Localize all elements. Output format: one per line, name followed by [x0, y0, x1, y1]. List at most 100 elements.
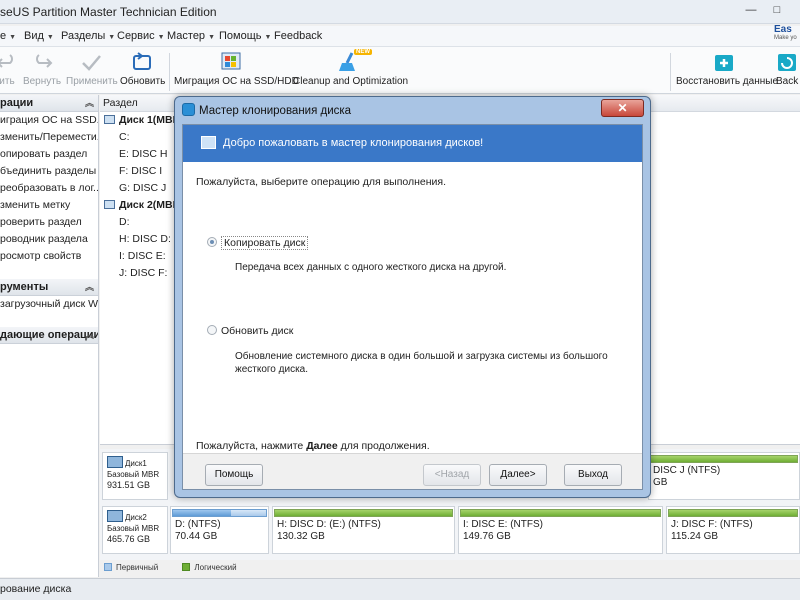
option-upgrade-disk-label: Обновить диск — [221, 325, 294, 337]
cleanup-label: Cleanup and Optimization — [293, 76, 409, 87]
menu-view[interactable]: Вид ▼ — [24, 30, 54, 42]
op-resize-move[interactable]: зменить/Перемести... — [0, 129, 98, 146]
chevron-down-icon: ▼ — [264, 34, 272, 41]
collapse-icon: ︽ — [84, 330, 94, 340]
op-change-label[interactable]: зменить метку — [0, 197, 98, 214]
undo-button[interactable]: ить — [0, 51, 18, 87]
disk-clone-icon — [201, 136, 216, 149]
brand-subtext: Make yo — [774, 35, 797, 41]
clone-disk-wizard-dialog: Мастер клонирования диска ✕ Добро пожало… — [174, 96, 651, 498]
minimize-button[interactable]: — — [740, 3, 762, 20]
menu-wizard[interactable]: Мастер ▼ — [167, 30, 215, 42]
disk2-name: Диск2 — [125, 513, 147, 522]
backup-button[interactable]: Back — [776, 51, 800, 87]
option-upgrade-disk[interactable]: Обновить диск — [207, 325, 293, 337]
redo-button[interactable]: Вернуть — [22, 51, 62, 87]
dialog-title-text: Мастер клонирования диска — [199, 105, 352, 117]
apply-label: Применить — [66, 76, 118, 87]
disk2-size: 465.76 GB — [107, 534, 151, 544]
restore-data-button[interactable]: Восстановить данные — [676, 51, 778, 87]
window-title: seUS Partition Master Technician Edition — [0, 5, 217, 19]
close-button[interactable]: ✕ — [601, 99, 644, 117]
banner-text: Добро пожаловать в мастер клонирования д… — [223, 137, 484, 149]
chevron-down-icon: ▼ — [108, 34, 116, 41]
pending-operations-header[interactable]: дающие операции ︽ — [0, 327, 98, 344]
brand-logo: Eas Make yo — [774, 24, 800, 46]
exit-button[interactable]: Выход — [564, 464, 622, 486]
restore-data-label: Восстановить данные — [676, 76, 779, 87]
disk2-partition-d[interactable]: D: (NTFS) 70.44 GB — [170, 506, 269, 554]
menu-help[interactable]: Помощь ▼ — [219, 30, 271, 42]
menu-bar: e ▼ Вид ▼ Разделы ▼ Сервис ▼ Мастер ▼ Помощь ▼… — [0, 26, 800, 46]
maximize-button[interactable]: □ — [766, 3, 788, 20]
disk2-card[interactable]: Диск2 Базовый MBR 465.76 GB — [102, 506, 168, 554]
welcome-banner: Добро пожаловать в мастер клонирования д… — [183, 125, 642, 162]
disk1-card[interactable]: Диск1 Базовый MBR 931.51 GB — [102, 452, 168, 500]
refresh-icon — [133, 52, 151, 70]
apply-button[interactable]: Применить — [66, 51, 118, 87]
op-copy-partition[interactable]: опировать раздел — [0, 146, 98, 163]
undo-label: ить — [0, 76, 15, 87]
menu-service[interactable]: Сервис ▼ — [117, 30, 165, 42]
op-check-partition[interactable]: роверить раздел — [0, 214, 98, 231]
menu-feedback[interactable]: Feedback — [274, 30, 322, 42]
menu-partitions[interactable]: Разделы ▼ — [61, 30, 115, 42]
refresh-label: Обновить — [120, 76, 166, 87]
disk-icon — [107, 510, 123, 522]
redo-icon — [36, 54, 53, 68]
checkmark-icon — [82, 55, 101, 71]
menu-file-label: e — [0, 30, 7, 42]
windows-icon — [221, 52, 241, 70]
legend: Первичный Логический — [100, 563, 800, 577]
option-copy-disk[interactable]: Копировать диск — [207, 236, 309, 250]
backup-icon — [778, 54, 796, 71]
panel-spacer — [0, 313, 98, 327]
back-button[interactable]: <Назад — [423, 464, 481, 486]
continue-suffix: для продолжения. — [337, 440, 430, 452]
help-button[interactable]: Помощь — [205, 464, 263, 486]
radio-copy-disk[interactable] — [207, 237, 217, 247]
disk1-partition-discj[interactable]: DISC J (NTFS) GB — [648, 452, 800, 500]
op-convert-logical[interactable]: реобразовать в лог... — [0, 180, 98, 197]
usage-fill — [173, 510, 231, 516]
dialog-body: Добро пожаловать в мастер клонирования д… — [182, 124, 643, 490]
cleanup-button[interactable]: NEW Cleanup and Optimization — [293, 49, 408, 87]
disk2-partition-h[interactable]: H: DISC D: (E:) (NTFS) 130.32 GB — [272, 506, 455, 554]
partition-size: GB — [653, 477, 668, 488]
radio-upgrade-disk[interactable] — [207, 325, 217, 335]
partition-name: D: (NTFS) — [175, 519, 221, 530]
menu-help-label: Помощь — [219, 30, 262, 42]
disk2-partition-i[interactable]: I: DISC E: (NTFS) 149.76 GB — [458, 506, 663, 554]
dialog-title: Мастер клонирования диска — [182, 103, 351, 117]
usage-bar — [274, 509, 453, 517]
disk2-type: Базовый MBR — [107, 524, 160, 533]
option-upgrade-disk-description: Обновление системного диска в один больш… — [235, 351, 608, 375]
op-view-properties[interactable]: росмотр свойств — [0, 248, 98, 265]
operations-header-label: рации — [0, 97, 34, 109]
op-migrate-os[interactable]: играция ОС на SSD... — [0, 112, 98, 129]
partition-name: I: DISC E: (NTFS) — [463, 519, 543, 530]
menu-file[interactable]: e ▼ — [0, 30, 16, 42]
operations-header[interactable]: рации ︽ — [0, 95, 98, 112]
usage-bar — [460, 509, 661, 517]
option-copy-disk-description: Передача всех данных с одного жесткого д… — [235, 262, 507, 273]
disk-icon — [104, 200, 115, 209]
partition-size: 149.76 GB — [463, 531, 511, 542]
wizard-icon — [182, 103, 195, 116]
op-merge-partitions[interactable]: бъединить разделы — [0, 163, 98, 180]
disk-row-label: Диск 1(MBR — [119, 114, 181, 126]
refresh-button[interactable]: Обновить — [120, 51, 166, 87]
tool-bootable-media[interactable]: загрузочный диск Wi... — [0, 296, 98, 313]
legend-logical: Логический — [182, 563, 237, 572]
migrate-os-button[interactable]: Миграция ОС на SSD/HDD — [174, 51, 299, 87]
chevron-down-icon: ▼ — [46, 34, 54, 41]
legend-primary: Первичный — [104, 563, 158, 572]
undo-icon — [0, 54, 13, 68]
menu-partitions-label: Разделы — [61, 30, 106, 42]
menu-view-label: Вид — [24, 30, 44, 42]
next-button[interactable]: Далее> — [489, 464, 547, 486]
disk2-partition-j[interactable]: J: DISC F: (NTFS) 115.24 GB — [666, 506, 800, 554]
tools-header[interactable]: рументы ︽ — [0, 279, 98, 296]
op-partition-explorer[interactable]: роводник раздела — [0, 231, 98, 248]
operation-prompt: Пожалуйста, выберите операцию для выполн… — [196, 176, 447, 188]
